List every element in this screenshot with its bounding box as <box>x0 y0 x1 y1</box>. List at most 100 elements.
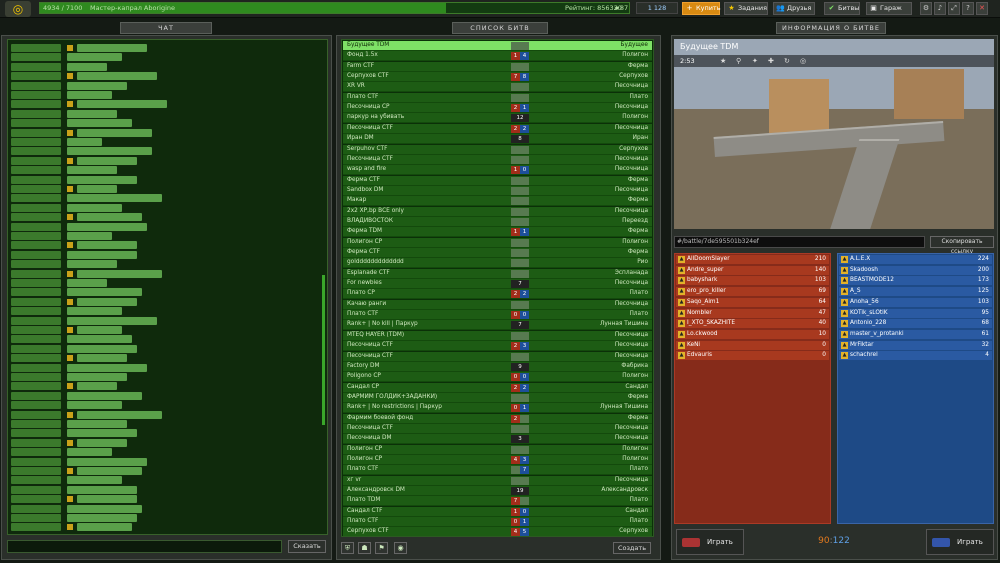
chat-username[interactable] <box>11 44 61 52</box>
battle-row[interactable]: Плато TDM 7 Плато <box>343 496 652 507</box>
battle-row[interactable]: Серпухов CTF 7 8 Серпухов <box>343 72 652 83</box>
battle-row[interactable]: Качаю ранги Песочница <box>343 299 652 310</box>
chat-message[interactable] <box>11 156 311 165</box>
battle-row[interactable]: Серпухов CTF 4 5 Серпухов <box>343 527 652 536</box>
battle-row[interactable]: Rank+ | No restrictions | Паркур 0 1 Лунная… <box>343 403 652 414</box>
battle-row[interactable]: golddddddddddddd Рио <box>343 258 652 269</box>
player-row[interactable]: ▲ Antonio_228 68 <box>839 319 992 330</box>
chat-message[interactable] <box>11 250 311 259</box>
battle-row[interactable]: Factory DM 9 Фабрика <box>343 361 652 372</box>
battle-row[interactable]: Сандал CTF 1 0 Сандал <box>343 506 652 517</box>
player-row[interactable]: ▲ MrFiktar 32 <box>839 340 992 351</box>
player-row[interactable]: ▲ Anoha_56 103 <box>839 297 992 308</box>
battle-row[interactable]: Песочница CTF Песочница <box>343 154 652 165</box>
chat-username[interactable] <box>11 72 61 81</box>
chat-message[interactable] <box>11 232 311 240</box>
chat-username[interactable] <box>11 166 61 175</box>
battle-row[interactable]: Ферма CTF Ферма <box>343 248 652 258</box>
settings-icon[interactable]: ⚙ <box>920 2 932 15</box>
chat-username[interactable] <box>11 100 61 109</box>
chat-username[interactable] <box>11 232 61 240</box>
battle-row[interactable]: Фонд 1.5x 1 4 Полигон <box>343 51 652 62</box>
player-row[interactable]: ▲ KOTik_sLOtiK 95 <box>839 308 992 319</box>
chat-username[interactable] <box>11 250 61 259</box>
battle-row[interactable]: Песочница CTF 2 2 Песочница <box>343 123 652 134</box>
battle-row[interactable]: Ферма TDM 1 1 Ферма <box>343 227 652 238</box>
sound-icon[interactable]: ♪ <box>934 2 946 15</box>
player-row[interactable]: ▲ Nombler 47 <box>676 308 829 319</box>
player-row[interactable]: ▲ A.L.E.X 224 <box>839 255 992 265</box>
battle-row[interactable]: Плато CTF 0 0 Плато <box>343 310 652 321</box>
battle-row[interactable]: Плато CP 2 2 Плато <box>343 289 652 300</box>
chat-message[interactable] <box>11 194 311 203</box>
battle-row[interactable]: Александровск DM 19 Александровск <box>343 486 652 497</box>
chat-username[interactable] <box>11 326 61 334</box>
chat-message[interactable] <box>11 62 311 71</box>
chat-message[interactable] <box>11 438 311 447</box>
chat-username[interactable] <box>11 222 61 231</box>
player-row[interactable]: ▲ AllDoomSlayer 210 <box>676 255 829 265</box>
battle-row[interactable]: Полигон CP Полигон <box>343 444 652 455</box>
play-blue-button[interactable]: Играть <box>926 529 994 555</box>
chat-message[interactable] <box>11 307 311 316</box>
chat-username[interactable] <box>11 241 61 250</box>
player-row[interactable]: ▲ Skadoosh 200 <box>839 265 992 276</box>
battle-row[interactable]: хг vr Песочница <box>343 475 652 486</box>
chat-message[interactable] <box>11 373 311 381</box>
battle-row[interactable]: 2x2 XP,bp ВСЕ only Песочница <box>343 206 652 217</box>
battle-row[interactable]: ВЛАДИВОСТОК Переезд <box>343 216 652 227</box>
filter-dm-icon[interactable]: ☗ <box>358 542 371 554</box>
chat-username[interactable] <box>11 373 61 381</box>
chat-username[interactable] <box>11 269 61 278</box>
player-row[interactable]: ▲ Lo.ckwood 10 <box>676 329 829 340</box>
chat-message[interactable] <box>11 44 311 52</box>
chat-message[interactable] <box>11 504 311 513</box>
chat-username[interactable] <box>11 476 61 485</box>
chat-message[interactable] <box>11 523 311 532</box>
chat-username[interactable] <box>11 448 61 457</box>
chat-message[interactable] <box>11 53 311 62</box>
chat-username[interactable] <box>11 213 61 222</box>
chat-username[interactable] <box>11 260 61 269</box>
battle-row[interactable]: Полигон CP 4 3 Полигон <box>343 455 652 465</box>
chat-username[interactable] <box>11 523 61 532</box>
chat-username[interactable] <box>11 401 61 410</box>
player-row[interactable]: ▲ Saqo_Aim1 64 <box>676 297 829 308</box>
chat-message[interactable] <box>11 288 311 297</box>
chat-username[interactable] <box>11 175 61 184</box>
chat-message[interactable] <box>11 166 311 175</box>
battle-row[interactable]: Плато CTF 0 1 Плато <box>343 517 652 528</box>
chat-message[interactable] <box>11 457 311 466</box>
send-button[interactable]: Сказать <box>288 540 326 553</box>
chat-message[interactable] <box>11 128 311 137</box>
chat-message[interactable] <box>11 72 311 81</box>
chat-message[interactable] <box>11 344 311 353</box>
chat-message[interactable] <box>11 485 311 494</box>
chat-message[interactable] <box>11 109 311 118</box>
player-row[interactable]: ▲ master_v_protanki 61 <box>839 329 992 340</box>
chat-username[interactable] <box>11 279 61 287</box>
chat-message[interactable] <box>11 297 311 306</box>
battle-row[interactable]: Песочница CTF 2 3 Песочница <box>343 341 652 352</box>
chat-message[interactable] <box>11 335 311 344</box>
battle-row[interactable]: Serpuhov CTF Серпухов <box>343 144 652 155</box>
chat-message[interactable] <box>11 260 311 269</box>
chat-username[interactable] <box>11 307 61 316</box>
battle-row[interactable]: Rank+ | No kill | Паркур 7 Лунная Тишина <box>343 320 652 331</box>
garage-button[interactable]: ▣ Гараж <box>866 2 912 15</box>
chat-message[interactable] <box>11 91 311 99</box>
filter-ctf-icon[interactable]: ⚑ <box>375 542 388 554</box>
chat-message[interactable] <box>11 382 311 391</box>
chat-username[interactable] <box>11 485 61 494</box>
chat-username[interactable] <box>11 467 61 475</box>
player-row[interactable]: ▲ KeNi 0 <box>676 340 829 351</box>
chat-username[interactable] <box>11 438 61 447</box>
chat-scrollbar[interactable] <box>322 275 325 425</box>
player-row[interactable]: ▲ schachrel 4 <box>839 351 992 362</box>
chat-message[interactable] <box>11 203 311 212</box>
chat-username[interactable] <box>11 53 61 62</box>
chat-username[interactable] <box>11 429 61 438</box>
battle-row[interactable]: wasp and fire 1 0 Песочница <box>343 165 652 176</box>
battle-row[interactable]: Esplanade CTF Эспланада <box>343 268 652 279</box>
chat-username[interactable] <box>11 128 61 137</box>
